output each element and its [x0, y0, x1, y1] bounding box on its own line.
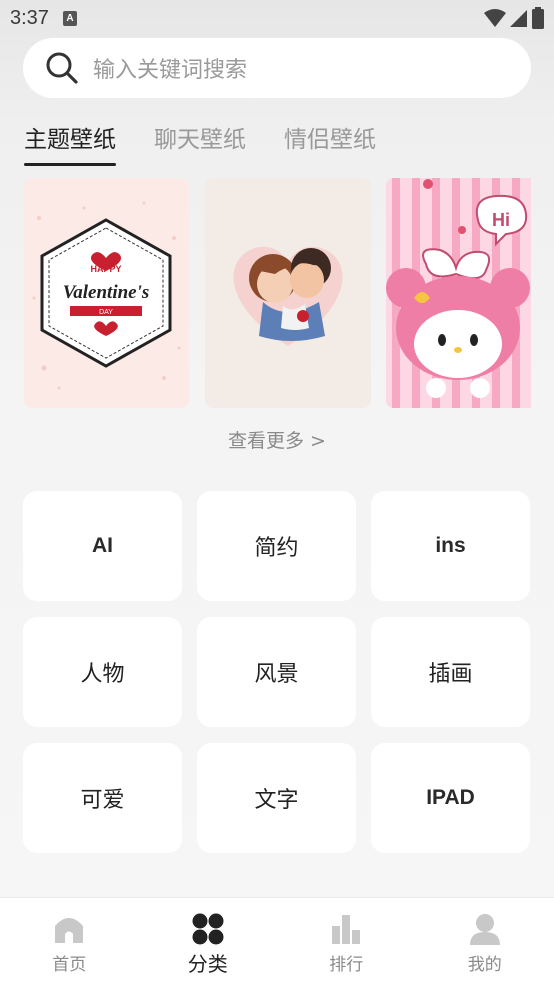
ranking-icon	[332, 915, 361, 944]
cell-signal-icon	[510, 10, 527, 27]
tab-theme-wallpaper[interactable]: 主题壁纸	[24, 120, 116, 166]
nav-ranking[interactable]: 排行	[277, 898, 415, 975]
category-ins[interactable]: ins	[371, 491, 530, 601]
category-minimal[interactable]: 简约	[197, 491, 356, 601]
nav-home[interactable]: 首页	[0, 898, 138, 975]
wifi-icon	[484, 9, 506, 27]
valentines-image: HAPPY Valentine's DAY	[24, 178, 189, 408]
valentines-day-text: DAY	[99, 309, 113, 316]
wallpaper-valentines[interactable]: HAPPY Valentine's DAY	[24, 178, 189, 408]
wallpaper-tabs: 主题壁纸 聊天壁纸 情侣壁纸	[24, 120, 414, 166]
battery-icon	[532, 7, 544, 29]
category-icon	[192, 913, 224, 945]
search-icon	[46, 52, 78, 84]
tab-chat-wallpaper[interactable]: 聊天壁纸	[154, 120, 246, 166]
search-bar[interactable]: 输入关键词搜索	[23, 38, 531, 98]
bottom-nav: 首页 分类 排行 我的	[0, 897, 554, 984]
category-grid: AI 简约 ins 人物 风景 插画 可爱 文字 IPAD	[23, 491, 531, 853]
category-illustration[interactable]: 插画	[371, 617, 530, 727]
category-text[interactable]: 文字	[197, 743, 356, 853]
profile-icon	[469, 914, 500, 945]
valentines-main-text: Valentine's	[63, 282, 150, 303]
pink-cat-image: Hi	[386, 178, 531, 408]
category-ipad[interactable]: IPAD	[371, 743, 530, 853]
nav-category[interactable]: 分类	[139, 898, 277, 977]
valentines-happy-text: HAPPY	[90, 264, 121, 274]
search-placeholder: 输入关键词搜索	[93, 58, 248, 83]
nav-profile[interactable]: 我的	[416, 898, 554, 975]
status-left: 3:37 A	[10, 7, 77, 30]
tab-couple-wallpaper[interactable]: 情侣壁纸	[284, 120, 376, 166]
nav-ranking-label: 排行	[329, 955, 364, 975]
home-icon	[55, 918, 84, 943]
cat-bubble-text: Hi	[492, 210, 510, 230]
nav-home-label: 首页	[52, 955, 87, 975]
category-page: 3:37 A 输入关键词搜索 主题壁纸 聊天壁纸 情侣壁纸 HAPPY Vale…	[0, 0, 554, 984]
status-time: 3:37	[10, 6, 49, 29]
nav-category-label: 分类	[187, 952, 228, 976]
wallpaper-couple[interactable]	[205, 178, 371, 408]
category-cute[interactable]: 可爱	[23, 743, 182, 853]
wallpaper-carousel: HAPPY Valentine's DAY Hi	[24, 178, 531, 408]
view-more-link[interactable]: 查看更多 >	[0, 426, 554, 453]
nav-profile-label: 我的	[467, 955, 502, 975]
status-right	[484, 7, 544, 29]
category-people[interactable]: 人物	[23, 617, 182, 727]
category-ai[interactable]: AI	[23, 491, 182, 601]
category-scenery[interactable]: 风景	[197, 617, 356, 727]
wallpaper-pink-cat[interactable]: Hi	[386, 178, 531, 408]
status-bar: 3:37 A	[0, 0, 554, 36]
couple-image	[205, 178, 371, 408]
notification-a-icon: A	[62, 10, 77, 26]
